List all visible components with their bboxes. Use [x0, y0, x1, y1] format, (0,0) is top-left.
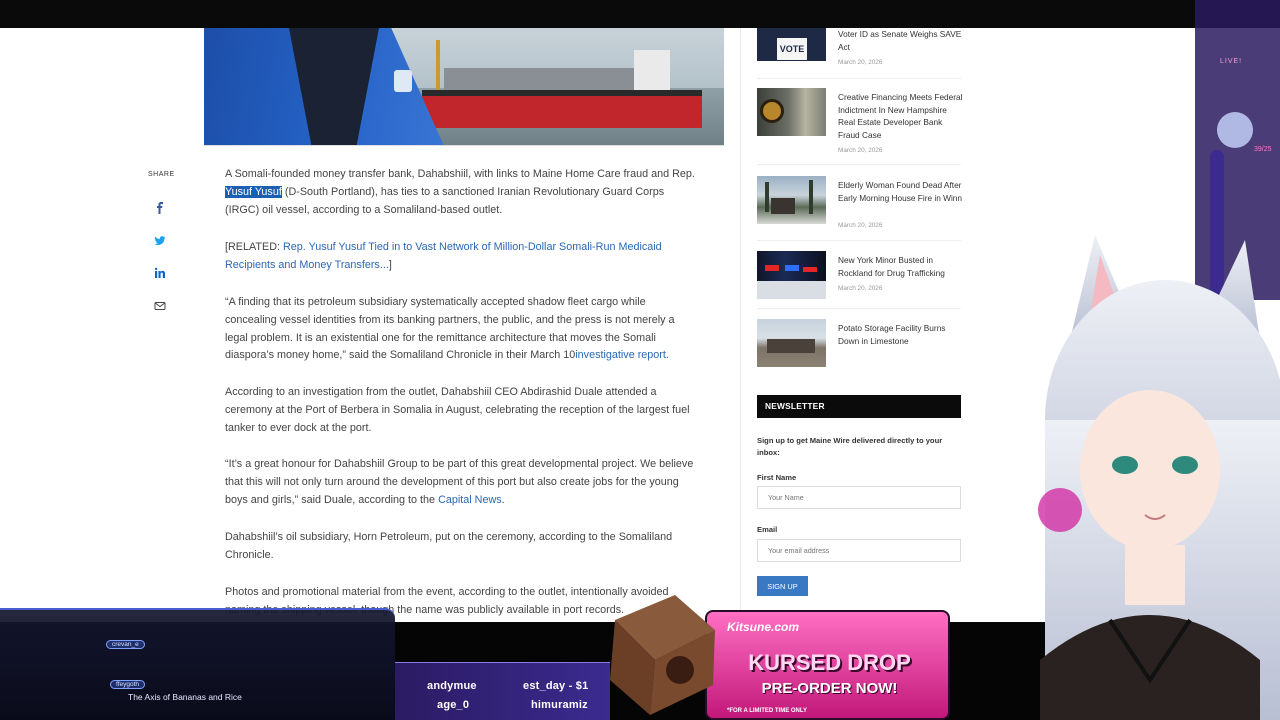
- sidebar-article-date: March 20, 2026: [838, 147, 883, 154]
- email-label: Email: [757, 525, 778, 534]
- email-input[interactable]: [757, 539, 961, 562]
- sidebar-article-5[interactable]: Potato Storage Facility Burns Down in Li…: [757, 319, 967, 369]
- promo-brand: Kitsune.com: [727, 620, 800, 634]
- product-box-icon: [610, 595, 715, 715]
- ticker-item: age_0: [437, 699, 470, 711]
- sidebar-article-title[interactable]: Elderly Woman Found Dead After Early Mor…: [838, 179, 966, 204]
- promo-banner: Kitsune.com KURSED DROP PRE-ORDER NOW! *…: [705, 610, 950, 720]
- newsletter-description: Sign up to get Maine Wire delivered dire…: [757, 436, 943, 457]
- stream-title: The Axis of Bananas and Rice: [128, 692, 242, 702]
- column-divider: [740, 28, 741, 628]
- event-ticker: andymue est_day - $1 age_0 himuramiz: [395, 662, 610, 720]
- mail-icon: [154, 302, 166, 310]
- article-paragraph-5: “It’s a great honour for Dahabshiil Grou…: [225, 458, 694, 506]
- article-paragraph-3: “A finding that its petroleum subsidiary…: [225, 296, 675, 362]
- stream-chat-panel: [0, 608, 395, 720]
- share-label: SHARE: [148, 171, 175, 178]
- vote-box-label: VOTE: [777, 38, 807, 60]
- article-thumbnail: VOTE: [757, 28, 826, 61]
- sidebar-article-date: March 20, 2026: [838, 222, 883, 229]
- promo-headline: KURSED DROP: [748, 650, 911, 675]
- ticker-item: est_day - $1: [523, 680, 589, 692]
- linkedin-icon: [154, 267, 165, 278]
- facebook-icon: [157, 202, 163, 214]
- selected-text[interactable]: Yusuf Yusuf: [225, 185, 282, 198]
- capital-news-link[interactable]: Capital News: [438, 494, 502, 506]
- article-paragraph-6: Dahabshiil’s oil subsidiary, Horn Petrol…: [225, 531, 673, 561]
- sidebar-article-date: March 20, 2026: [838, 285, 883, 292]
- sidebar-article-2[interactable]: Creative Financing Meets Federal Indictm…: [757, 88, 967, 158]
- sign-up-button[interactable]: SIGN UP: [757, 576, 808, 596]
- promo-cta: PRE-ORDER NOW!: [761, 680, 898, 697]
- chat-username: crevan_e: [106, 640, 145, 649]
- sidebar-article-1[interactable]: VOTE Voter ID as Senate Weighs SAVE Act …: [757, 28, 967, 78]
- ticker-item: andymue: [427, 680, 477, 692]
- sidebar-article-title[interactable]: New York Minor Busted in Rockland for Dr…: [838, 254, 966, 279]
- article-paragraph-1: A Somali-founded money transfer bank, Da…: [225, 168, 695, 216]
- email-share-button[interactable]: [152, 298, 168, 314]
- twitter-icon: [154, 236, 166, 246]
- related-paragraph: [RELATED: Rep. Yusuf Yusuf Tied in to Va…: [225, 241, 662, 271]
- sidebar-article-title[interactable]: Voter ID as Senate Weighs SAVE Act: [838, 28, 966, 53]
- ticker-item: himuramiz: [531, 699, 588, 711]
- related-article-link[interactable]: Rep. Yusuf Yusuf Tied in to Vast Network…: [225, 241, 662, 271]
- sidebar-article-title[interactable]: Potato Storage Facility Burns Down in Li…: [838, 322, 966, 347]
- article-thumbnail: [757, 251, 826, 299]
- live-indicator: LIVE!: [1220, 58, 1243, 65]
- sub-goal-counter: 39/25: [1254, 146, 1272, 153]
- sidebar-article-3[interactable]: Elderly Woman Found Dead After Early Mor…: [757, 176, 967, 234]
- promo-note: *FOR A LIMITED TIME ONLY: [727, 708, 808, 714]
- twitter-share-button[interactable]: [152, 233, 168, 249]
- article-paragraph-4: According to an investigation from the o…: [225, 386, 690, 434]
- vtuber-avatar: [1038, 0, 1280, 720]
- investigative-report-link[interactable]: investigative report: [575, 349, 666, 361]
- chat-username: ffeygoth: [110, 680, 146, 689]
- newsletter-heading: NEWSLETTER: [757, 395, 961, 418]
- first-name-input[interactable]: [757, 486, 961, 509]
- sidebar-article-4[interactable]: New York Minor Busted in Rockland for Dr…: [757, 251, 967, 301]
- sidebar-article-date: March 20, 2026: [838, 59, 883, 66]
- article-thumbnail: [757, 88, 826, 136]
- linkedin-share-button[interactable]: [152, 265, 168, 281]
- article-thumbnail: [757, 319, 826, 367]
- article-hero-image: [204, 28, 724, 146]
- sidebar-article-title[interactable]: Creative Financing Meets Federal Indictm…: [838, 91, 966, 141]
- first-name-label: First Name: [757, 473, 797, 482]
- article-thumbnail: [757, 176, 826, 224]
- facebook-share-button[interactable]: [152, 200, 168, 216]
